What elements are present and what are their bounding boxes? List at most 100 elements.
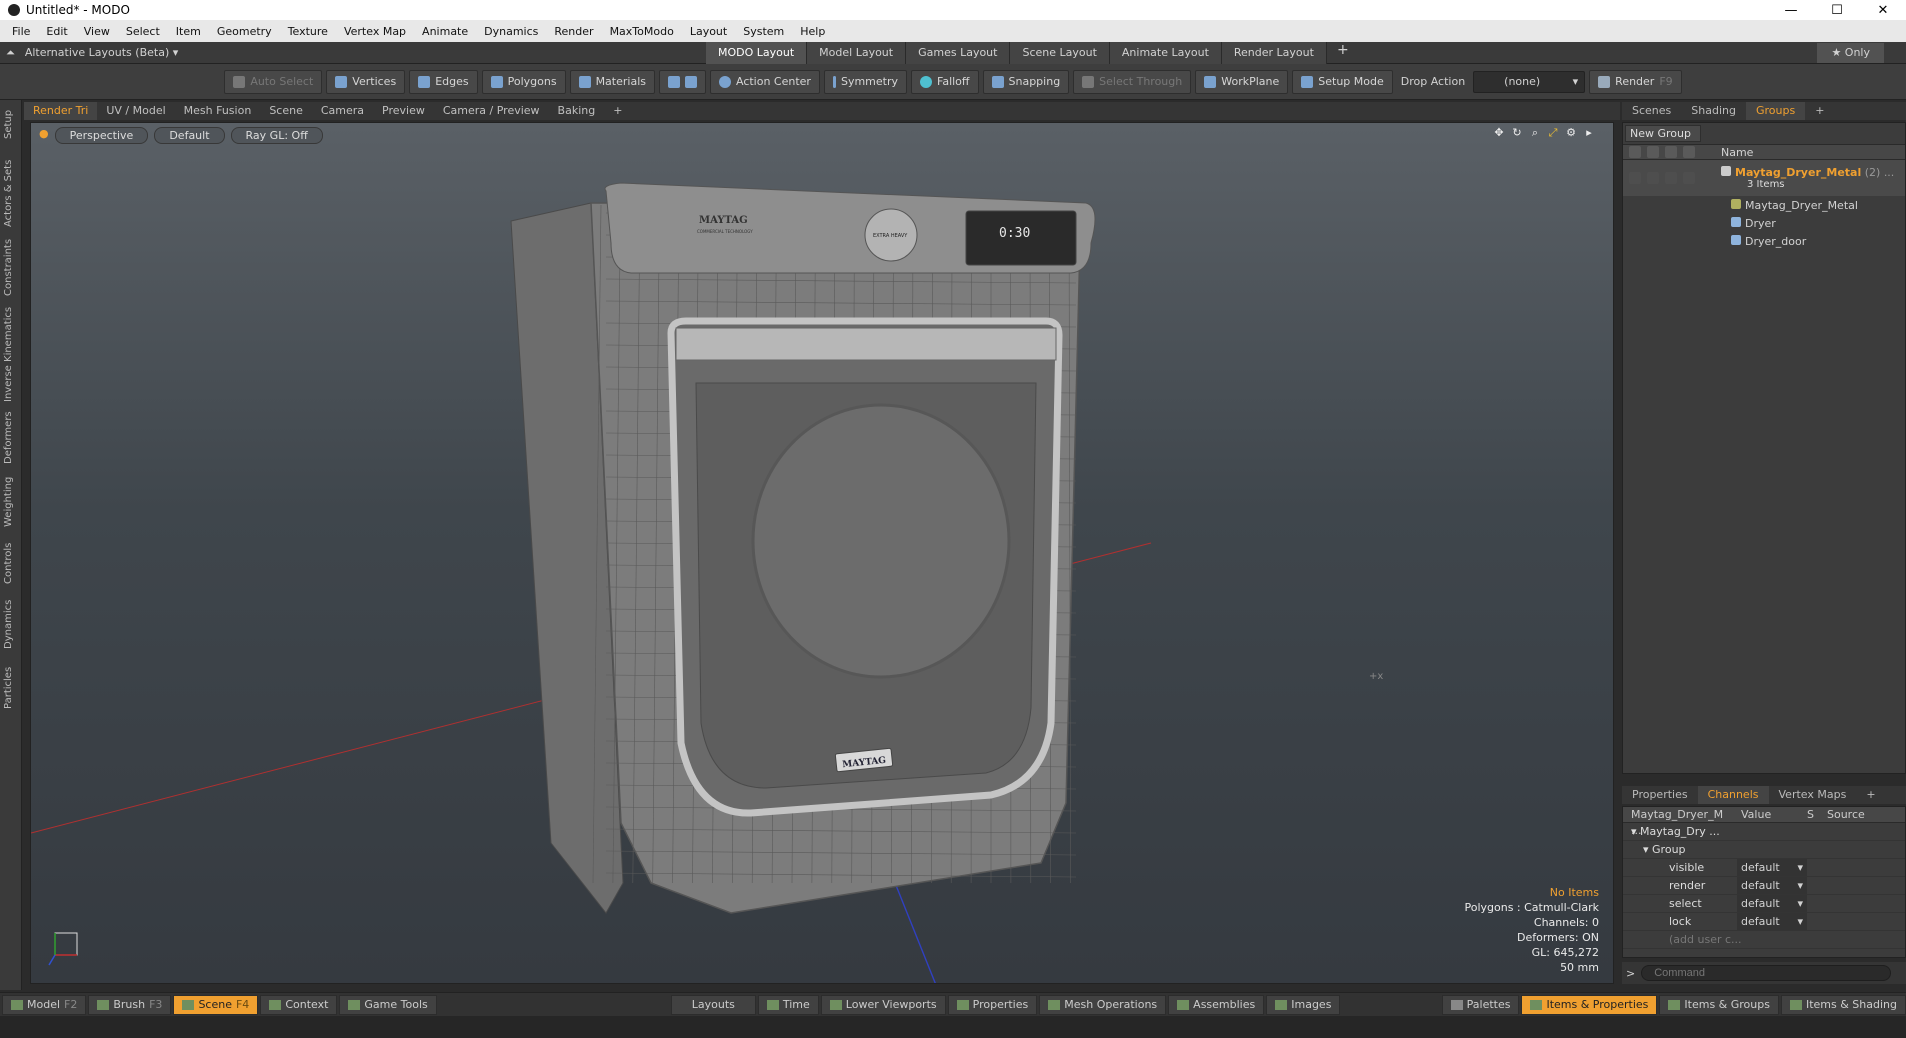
channel-row-select[interactable]: select default ▾ [1623,895,1905,913]
tab-camera-preview[interactable]: Camera / Preview [434,102,549,120]
vtab-controls[interactable]: Controls [3,538,19,588]
assemblies-button[interactable]: Assemblies [1168,994,1265,1015]
polygons-button[interactable]: Polygons [481,69,566,94]
workplane-button[interactable]: WorkPlane [1195,69,1289,94]
channel-row-lock[interactable]: lock default ▾ [1623,913,1905,931]
menu-view[interactable]: View [76,25,118,38]
fit-icon[interactable]: ⤢ [1547,127,1559,139]
menu-maxtomodo[interactable]: MaxToModo [602,25,682,38]
source-column[interactable]: Source [1827,807,1865,822]
minimize-button[interactable]: — [1768,3,1814,18]
items-properties-button[interactable]: Items & Properties [1521,994,1658,1015]
lock-icon[interactable] [1665,146,1677,158]
layouts-button[interactable]: Layouts [670,994,756,1015]
menu-help[interactable]: Help [792,25,833,38]
vtab-actors-sets[interactable]: Actors & Sets [3,158,19,228]
menu-texture[interactable]: Texture [280,25,336,38]
tab-mesh-fusion[interactable]: Mesh Fusion [175,102,261,120]
action-center-button[interactable]: Action Center [709,69,820,94]
vtab-deformers[interactable]: Deformers [3,410,19,466]
model-tab-button[interactable]: Model F2 [2,994,87,1015]
zoom-icon[interactable]: ⌕ [1529,127,1541,139]
only-toggle[interactable]: ★ Only [1817,42,1884,63]
game-tools-tab-button[interactable]: Game Tools [339,994,437,1015]
lower-viewports-button[interactable]: Lower Viewports [820,994,946,1015]
images-button[interactable]: Images [1266,994,1341,1015]
auto-select-button[interactable]: Auto Select [224,69,323,94]
menu-render[interactable]: Render [546,25,601,38]
close-button[interactable]: ✕ [1860,3,1906,18]
add-panel-tab-button[interactable]: + [1805,102,1834,120]
select-toggle-icon[interactable] [1683,146,1695,158]
channel-root-row[interactable]: ▾ Maytag_Dry ... [1623,823,1905,841]
group-child-row[interactable]: Dryer [1623,214,1905,232]
properties-button[interactable]: Properties [947,994,1038,1015]
command-input[interactable] [1641,965,1892,981]
channel-value-select[interactable]: default ▾ [1737,877,1807,894]
palettes-button[interactable]: Palettes [1441,994,1520,1015]
drop-action-select[interactable]: (none) ▾ [1473,70,1586,93]
group-row[interactable]: Maytag_Dryer_Metal (2) ... 3 Items [1623,160,1905,196]
vtab-inverse-kinematics[interactable]: Inverse Kinematics [3,306,19,402]
command-expand-icon[interactable]: > [1626,967,1635,980]
vtab-setup[interactable]: Setup [3,106,19,142]
channel-row-render[interactable]: render default ▾ [1623,877,1905,895]
tab-channels[interactable]: Channels [1697,786,1769,804]
select-toggle-icon[interactable] [1683,172,1695,184]
pan-icon[interactable]: ✥ [1493,127,1505,139]
group-child-row[interactable]: Dryer_door [1623,232,1905,250]
tab-scene[interactable]: Scene [260,102,312,120]
layout-collapse-icon[interactable]: ⏶ [6,46,15,60]
channel-value-select[interactable]: default ▾ [1737,895,1807,912]
raygl-toggle[interactable]: Ray GL: Off [230,127,323,144]
tab-groups[interactable]: Groups [1745,102,1806,120]
menu-edit[interactable]: Edit [38,25,75,38]
viewport-settings-icon[interactable]: ⚙ [1565,127,1577,139]
menu-vertex-map[interactable]: Vertex Map [336,25,414,38]
new-group-button[interactable]: New Group [1625,125,1701,142]
tab-scenes[interactable]: Scenes [1622,102,1681,120]
render-button[interactable]: Render F9 [1589,69,1682,94]
channel-value-select[interactable]: default ▾ [1737,859,1807,876]
tab-properties[interactable]: Properties [1622,786,1698,804]
tab-uv-model[interactable]: UV / Model [97,102,174,120]
vtab-dynamics[interactable]: Dynamics [3,596,19,652]
add-user-channel-row[interactable]: (add user c... [1623,931,1905,949]
scene-tab-button[interactable]: Scene F4 [173,994,259,1015]
snapping-button[interactable]: Snapping [982,69,1070,94]
menu-file[interactable]: File [4,25,38,38]
render-toggle-icon[interactable] [1647,172,1659,184]
3d-viewport[interactable]: MAYTAG COMMERCIAL TECHNOLOGY EXTRA HEAVY… [30,122,1614,984]
vertices-button[interactable]: Vertices [326,69,406,94]
menu-geometry[interactable]: Geometry [209,25,280,38]
eye-icon[interactable] [1629,172,1641,184]
channel-item-column[interactable]: Maytag_Dryer_M ... [1623,807,1737,837]
tab-animate-layout[interactable]: Animate Layout [1109,41,1222,64]
menu-dynamics[interactable]: Dynamics [476,25,546,38]
tab-modo-layout[interactable]: MODO Layout [706,41,808,64]
items-groups-button[interactable]: Items & Groups [1659,994,1779,1015]
add-layout-button[interactable]: + [1327,42,1359,64]
menu-item[interactable]: Item [168,25,209,38]
brush-tab-button[interactable]: Brush F3 [88,994,172,1015]
time-button[interactable]: Time [757,994,819,1015]
vtab-weighting[interactable]: Weighting [3,474,19,530]
name-column-header[interactable]: Name [1721,146,1753,159]
channel-value-select[interactable]: default ▾ [1737,913,1807,930]
s-column[interactable]: S [1807,807,1827,822]
channel-row-visible[interactable]: visible default ▾ [1623,859,1905,877]
group-child-row[interactable]: Maytag_Dryer_Metal [1623,196,1905,214]
channel-group-row[interactable]: ▾ Group [1623,841,1905,859]
tab-render-layout[interactable]: Render Layout [1221,41,1327,64]
eye-icon[interactable] [1629,146,1641,158]
lock-icon[interactable] [1665,172,1677,184]
tab-camera[interactable]: Camera [312,102,373,120]
items-shading-button[interactable]: Items & Shading [1780,994,1906,1015]
tab-model-layout[interactable]: Model Layout [807,41,907,64]
item-mode-button[interactable] [658,69,706,94]
viewport-expand-icon[interactable]: ▸ [1583,127,1595,139]
context-tab-button[interactable]: Context [260,994,338,1015]
tab-baking[interactable]: Baking [549,102,605,120]
view-type-dropdown[interactable]: Perspective [54,127,149,144]
shading-dropdown[interactable]: Default [154,127,225,144]
